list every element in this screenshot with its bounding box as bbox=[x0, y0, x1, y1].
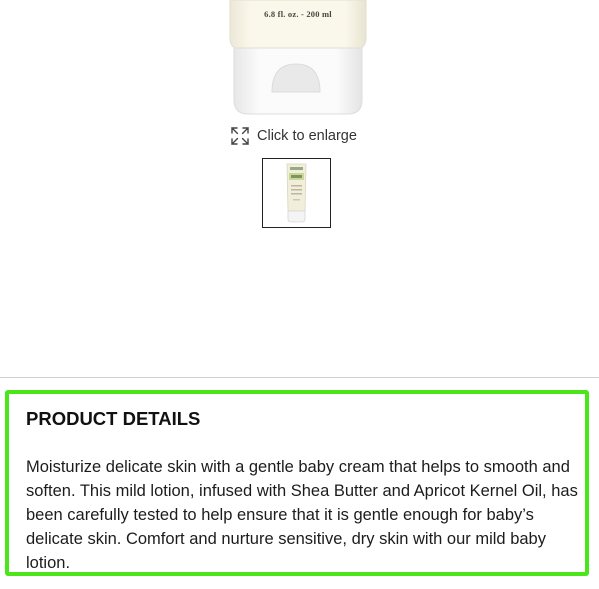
enlarge-label: Click to enlarge bbox=[257, 128, 357, 144]
product-image[interactable]: 6.8 fl. oz. - 200 ml bbox=[0, 0, 599, 120]
product-details-heading: PRODUCT DETAILS bbox=[26, 408, 201, 429]
product-size-label: 6.8 fl. oz. - 200 ml bbox=[264, 9, 332, 19]
expand-icon bbox=[231, 127, 249, 145]
product-thumbnail[interactable] bbox=[262, 158, 331, 228]
thumbnail-tube-graphic bbox=[286, 163, 307, 223]
product-description: Moisturize delicate skin with a gentle b… bbox=[26, 458, 578, 572]
product-details-panel: PRODUCT DETAILS Moisturize delicate skin… bbox=[5, 390, 589, 576]
section-divider bbox=[0, 377, 599, 378]
enlarge-link[interactable]: Click to enlarge bbox=[230, 126, 357, 146]
